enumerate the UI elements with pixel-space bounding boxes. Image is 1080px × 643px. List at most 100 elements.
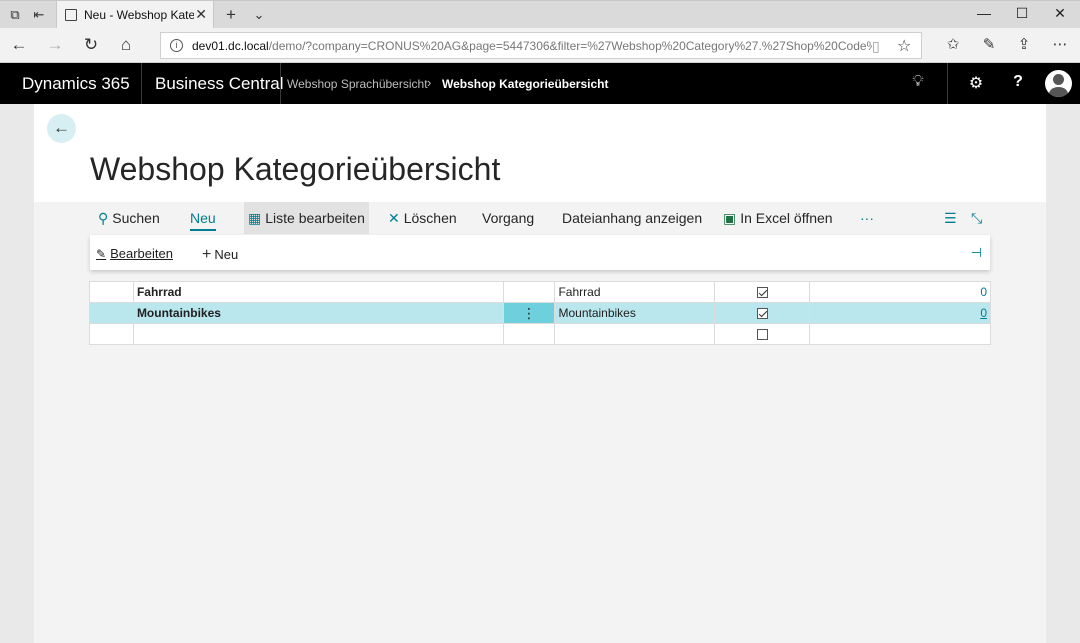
vertical-ellipsis-icon: ⋮ [521, 304, 536, 321]
active-checkbox-cell[interactable] [714, 323, 811, 345]
close-window-icon[interactable]: ✕ [1050, 5, 1070, 22]
reading-view-icon[interactable]: ▯ [872, 38, 880, 55]
address-bar: ← → ↻ ⌂ i dev01.dc.local/demo/?company=C… [0, 28, 1080, 63]
page-icon [65, 9, 77, 21]
count-link[interactable]: 0 [980, 306, 987, 320]
open-in-excel-label: In Excel öffnen [740, 210, 833, 226]
edit-action[interactable]: ✎ Bearbeiten [96, 246, 173, 261]
row-menu-button[interactable]: ⋮ [502, 302, 556, 324]
maximize-icon[interactable]: ☐ [1012, 5, 1032, 22]
url-text: dev01.dc.local/demo/?company=CRONUS%20AG… [192, 39, 872, 53]
count-cell[interactable]: 0 [809, 281, 991, 303]
attachments-action[interactable]: Dateianhang anzeigen [562, 202, 702, 234]
description-cell[interactable] [554, 323, 716, 345]
row-menu-cell[interactable] [502, 281, 556, 303]
pin-icon[interactable]: ⊣ [971, 245, 982, 261]
edit-list-icon: ▦ [248, 210, 262, 226]
category-table: Fahrrad Fahrrad 0 Mountainbikes ⋮ Mounta… [89, 281, 991, 345]
list-action-bar: ✎ Bearbeiten + Neu ⊣ [90, 235, 990, 270]
new-action-label: Neu [190, 210, 216, 226]
divider [141, 63, 142, 104]
name-cell[interactable]: Mountainbikes [132, 302, 504, 324]
delete-label: Löschen [403, 210, 457, 226]
active-checkbox-cell[interactable] [714, 302, 811, 324]
row-indicator-cell[interactable] [89, 302, 134, 324]
page-title: Webshop Kategorieübersicht [90, 151, 501, 187]
row-indicator-cell[interactable] [89, 281, 134, 303]
edit-label: Bearbeiten [110, 246, 173, 261]
edit-list-label: Liste bearbeiten [265, 210, 365, 226]
close-tab-icon[interactable]: ✕ [195, 6, 207, 23]
forward-arrow-icon[interactable]: → [44, 35, 66, 57]
process-label: Vorgang [482, 210, 535, 226]
favorites-list-icon[interactable]: ✩ [942, 35, 964, 53]
open-in-excel-action[interactable]: ▣ In Excel öffnen [723, 202, 833, 234]
delete-action[interactable]: ✕ Löschen [388, 202, 457, 234]
table-row[interactable]: Fahrrad Fahrrad 0 [89, 281, 991, 303]
refresh-icon[interactable]: ↻ [80, 35, 102, 57]
info-icon[interactable]: i [170, 39, 183, 52]
list-view-icon[interactable]: ☰ [944, 210, 957, 227]
row-indicator-cell[interactable] [89, 323, 134, 345]
search-action-label: Suchen [112, 210, 160, 226]
process-action[interactable]: Vorgang [482, 202, 534, 234]
browser-tab[interactable]: Neu - Webshop Katego ✕ [56, 1, 214, 29]
breadcrumb-current: Webshop Kategorieübersicht [442, 77, 609, 91]
action-bar: ⚲ Suchen Neu ▦ Liste bearbeiten ✕ Löschen V… [34, 202, 1046, 236]
new-line-action[interactable]: + Neu [202, 246, 238, 264]
search-icon: ⚲ [98, 210, 109, 226]
name-cell[interactable]: Fahrrad [132, 281, 504, 303]
new-line-label: Neu [214, 247, 239, 262]
table-row-selected[interactable]: Mountainbikes ⋮ Mountainbikes 0 [89, 302, 991, 324]
page-header: ← Webshop Kategorieübersicht [34, 104, 1046, 202]
brand-label[interactable]: Dynamics 365 [22, 74, 130, 94]
pen-icon[interactable]: ✎ [978, 35, 1000, 53]
tab-title: Neu - Webshop Katego [84, 8, 194, 22]
more-actions[interactable]: ··· [860, 202, 874, 234]
product-label[interactable]: Business Central [155, 74, 284, 94]
bc-navigation-bar: Dynamics 365 Business Central Webshop Sp… [0, 63, 1080, 104]
help-icon[interactable]: ? [1008, 73, 1028, 91]
checkbox[interactable] [756, 308, 768, 320]
divider [947, 63, 948, 104]
description-cell[interactable]: Fahrrad [554, 281, 716, 303]
tab-actions-icon[interactable]: ⧉ [6, 6, 24, 24]
share-icon[interactable]: ⇪ [1013, 35, 1035, 53]
breadcrumb-parent[interactable]: Webshop Sprachübersicht [287, 77, 428, 91]
breadcrumb-chevron-icon: › [427, 75, 432, 90]
name-cell[interactable] [132, 323, 504, 345]
edit-list-action[interactable]: ▦ Liste bearbeiten [244, 202, 369, 234]
count-value[interactable]: 0 [980, 285, 987, 299]
active-checkbox-cell[interactable] [714, 281, 811, 303]
more-menu-icon[interactable]: ⋯ [1049, 35, 1071, 53]
table-row-empty[interactable] [89, 323, 991, 345]
lightbulb-icon[interactable]: 💡︎ [908, 73, 928, 91]
back-button[interactable]: ← [47, 114, 76, 143]
checkbox[interactable] [756, 287, 768, 299]
url-field[interactable]: i dev01.dc.local/demo/?company=CRONUS%20… [160, 32, 922, 59]
page-margin [1046, 104, 1080, 643]
attachments-label: Dateianhang anzeigen [562, 210, 703, 226]
back-arrow-icon[interactable]: ← [8, 35, 30, 57]
count-cell[interactable] [809, 323, 991, 345]
checkbox[interactable] [756, 329, 768, 341]
favorite-star-icon[interactable]: ☆ [897, 36, 911, 56]
page-container: ← Webshop Kategorieübersicht ⚲ Suchen Neu… [34, 104, 1046, 643]
row-menu-cell[interactable] [502, 323, 556, 345]
url-host: dev01.dc.local [192, 39, 269, 53]
count-cell[interactable]: 0 [809, 302, 991, 324]
chevron-down-icon[interactable]: ⌄ [250, 6, 268, 24]
new-tab-icon[interactable]: + [222, 6, 240, 24]
minimize-icon[interactable]: — [974, 5, 994, 21]
set-tabs-aside-icon[interactable]: ⇤ [30, 6, 48, 24]
collapse-icon[interactable]: ⤡ [971, 210, 982, 227]
user-avatar[interactable] [1045, 70, 1072, 97]
settings-gear-icon[interactable]: ⚙ [966, 73, 986, 93]
home-icon[interactable]: ⌂ [115, 35, 137, 57]
excel-icon: ▣ [723, 210, 737, 226]
search-action[interactable]: ⚲ Suchen [98, 202, 160, 234]
divider [280, 63, 281, 104]
new-action[interactable]: Neu [190, 202, 216, 234]
description-cell[interactable]: Mountainbikes [554, 302, 716, 324]
url-path: /demo/?company=CRONUS%20AG&page=5447306&… [268, 39, 872, 53]
